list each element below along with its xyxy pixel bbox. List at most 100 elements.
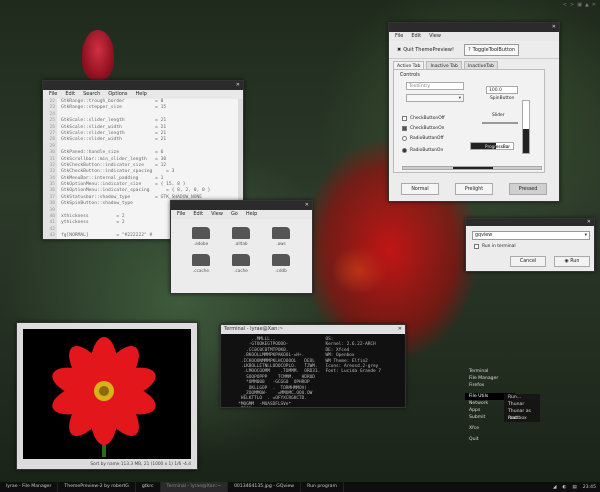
- folder-item[interactable]: .aws: [261, 227, 301, 246]
- pressed-button[interactable]: Pressed: [509, 183, 547, 195]
- taskbar-task[interactable]: lyrae - File Manager: [0, 482, 59, 492]
- submenu-item[interactable]: Rootbox: [504, 415, 540, 422]
- slider-label: Slider: [492, 113, 505, 118]
- taskbar-task[interactable]: gtkrc: [136, 482, 161, 492]
- terminal-titlebar[interactable]: Terminal - lyrae@Xan:~ ✕: [221, 325, 405, 334]
- folder-icon: [272, 227, 290, 239]
- flower-bud: [82, 30, 114, 80]
- menu-item[interactable]: Terminal: [465, 368, 515, 375]
- close-icon[interactable]: ✕: [592, 2, 596, 8]
- terminal-output[interactable]: ..MMLLL.. OS: -GTOOKEGTPOOOO- Kernel: 2.…: [225, 337, 401, 407]
- tray-icon-1[interactable]: ◢: [553, 485, 557, 490]
- image-viewer-window: Sort by name 113.3 MB, 21 (1000 x 1) 1/6…: [16, 322, 198, 470]
- terminal-title: Terminal - lyrae@Xan:~: [224, 326, 284, 332]
- menu-view[interactable]: View: [429, 32, 441, 41]
- submenu-item[interactable]: Run...: [504, 394, 540, 401]
- command-input[interactable]: gqview ▾: [472, 231, 590, 240]
- radio[interactable]: [402, 136, 407, 141]
- scrollbar-thumb[interactable]: [453, 167, 493, 169]
- folder-item[interactable]: .adobe: [181, 227, 221, 246]
- text-entry[interactable]: TextEntry: [406, 82, 464, 90]
- horizontal-scrollbar[interactable]: [402, 166, 542, 170]
- theme-preview-toolbar: ✖ Quit ThemePreview! ? ToggleToolButton: [389, 41, 559, 59]
- close-icon[interactable]: ✕: [587, 219, 591, 226]
- progress-bar-label: ProgressBar: [485, 144, 511, 149]
- quit-button[interactable]: ✖ Quit ThemePreview!: [393, 44, 458, 56]
- checkbox[interactable]: [402, 126, 407, 131]
- tray-icon-3[interactable]: ▤: [572, 485, 576, 490]
- submenu-item[interactable]: Thunar: [504, 401, 540, 408]
- menu-search[interactable]: Search: [83, 90, 100, 99]
- normal-button[interactable]: Normal: [401, 183, 439, 195]
- file-manager-titlebar[interactable]: ✕: [171, 201, 312, 210]
- checkbox[interactable]: [474, 244, 479, 249]
- run-button[interactable]: ◉ Run: [554, 256, 590, 267]
- close-icon[interactable]: ✕: [398, 325, 402, 334]
- menu-item[interactable]: Firefox: [465, 382, 515, 389]
- check-button-on[interactable]: CheckButtonOn: [402, 126, 444, 131]
- submenu-item[interactable]: Thunar as root: [504, 408, 540, 421]
- folder-item[interactable]: .ccache: [181, 254, 221, 273]
- folder-icon: [192, 254, 210, 266]
- close-icon[interactable]: ✕: [305, 201, 309, 210]
- run-in-terminal-check[interactable]: Run in terminal: [474, 244, 516, 249]
- folder-icon: [232, 254, 250, 266]
- menu-options[interactable]: Options: [108, 90, 127, 99]
- menu-item[interactable]: File Manager: [465, 375, 515, 382]
- menu-help[interactable]: Help: [246, 210, 257, 219]
- folder-icon: [192, 227, 210, 239]
- folder-item[interactable]: .cache: [221, 254, 261, 273]
- menu-file[interactable]: File: [395, 32, 403, 41]
- eject-icon[interactable]: ▲: [585, 2, 589, 8]
- option-menu[interactable]: ▾: [406, 94, 464, 102]
- menu-help[interactable]: Help: [136, 90, 147, 99]
- vertical-slider[interactable]: [522, 100, 530, 154]
- help-icon: ?: [467, 46, 471, 53]
- theme-preview-titlebar[interactable]: ✕: [389, 23, 559, 32]
- menu-edit[interactable]: Edit: [65, 90, 75, 99]
- menu-file[interactable]: File: [177, 210, 185, 219]
- chevron-down-icon: ▾: [458, 96, 461, 101]
- taskbar-task[interactable]: ThemePreview-2 by robertG: [58, 482, 136, 492]
- folder-item[interactable]: .alltab: [221, 227, 261, 246]
- quit-icon: ✖: [397, 46, 402, 53]
- taskbar-task[interactable]: 0013464135.jpg - GQview: [228, 482, 302, 492]
- prev-desktop-icon[interactable]: <: [563, 2, 567, 8]
- theme-preview-window: ✕ File Edit View ✖ Quit ThemePreview! ? …: [388, 22, 560, 202]
- taskbar-task[interactable]: Terminal - lyrae@Xan:~: [160, 482, 228, 492]
- radio[interactable]: [402, 148, 407, 153]
- tray-icon-2[interactable]: ◐: [562, 485, 566, 490]
- menu-edit[interactable]: Edit: [411, 32, 421, 41]
- menu-edit[interactable]: Edit: [193, 210, 203, 219]
- radio-button-off[interactable]: RadioButtonOff: [402, 136, 444, 141]
- image-canvas[interactable]: [23, 329, 191, 459]
- menu-item[interactable]: Quit: [465, 436, 515, 443]
- taskbar-task[interactable]: Run program: [301, 482, 344, 492]
- workspace-icon[interactable]: ▣: [577, 2, 582, 8]
- chevron-down-icon[interactable]: ▾: [585, 233, 587, 238]
- top-panel-icons: < > ▣ ▲ ✕: [563, 2, 596, 8]
- check-button-off[interactable]: CheckButtonOff: [402, 116, 445, 121]
- menu-view[interactable]: View: [211, 210, 223, 219]
- viewer-status-bar: Sort by name 113.3 MB, 21 (1000 x 1) 1/6…: [90, 462, 191, 467]
- menu-go[interactable]: Go: [231, 210, 238, 219]
- theme-preview-menubar: File Edit View: [389, 32, 559, 41]
- red-flower-image: [52, 337, 156, 457]
- next-desktop-icon[interactable]: >: [570, 2, 574, 8]
- menu-file[interactable]: File: [49, 90, 57, 99]
- close-icon[interactable]: ✕: [236, 81, 240, 90]
- menu-item[interactable]: Xfce: [465, 425, 515, 432]
- folder-item[interactable]: .cddb: [261, 254, 301, 273]
- editor-titlebar[interactable]: ✕: [43, 81, 243, 90]
- radio-button-on[interactable]: RadioButtonOn: [402, 148, 443, 153]
- prelight-button[interactable]: Prelight: [455, 183, 493, 195]
- spin-button[interactable]: 100.0: [486, 86, 518, 94]
- run-dialog-titlebar[interactable]: ✕: [466, 219, 594, 226]
- toggle-tool-button[interactable]: ? ToggleToolButton: [463, 43, 520, 56]
- close-icon[interactable]: ✕: [552, 23, 556, 32]
- file-utils-submenu: Run... Thunar Thunar as root Rootbox: [504, 394, 540, 422]
- cancel-button[interactable]: Cancel: [510, 256, 546, 267]
- progress-bar: ProgressBar: [470, 142, 514, 150]
- checkbox[interactable]: [402, 116, 407, 121]
- horizontal-slider[interactable]: [482, 122, 518, 124]
